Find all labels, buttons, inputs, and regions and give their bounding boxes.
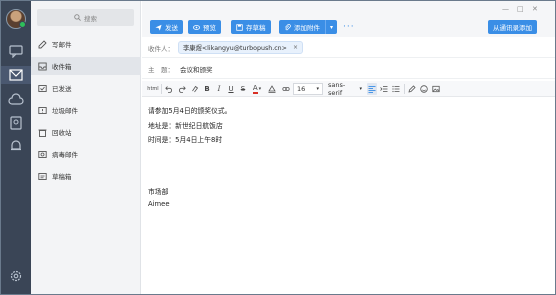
folder-label: 病毒邮件	[52, 151, 78, 159]
folder-sent[interactable]: 已发送	[31, 79, 141, 97]
icon-rail	[1, 1, 31, 294]
font-family-value: sans-serif	[328, 81, 346, 97]
toolbar-divider	[404, 84, 405, 94]
more-options-label: ···	[343, 22, 355, 32]
recipient-text: 李康煜<likangyu@turbopush.cn>	[183, 45, 287, 52]
folder-compose[interactable]: 写邮件	[31, 35, 141, 53]
subject-input[interactable]: 会议和颁奖	[180, 64, 213, 74]
mail-icon[interactable]	[8, 68, 24, 82]
align-left-icon[interactable]	[367, 83, 377, 95]
subject-row: 主 题： 会议和颁奖	[142, 59, 555, 79]
search-placeholder: 搜索	[84, 14, 97, 23]
font-size-select[interactable]: 16 ▾	[293, 83, 323, 95]
send-button[interactable]: 发送	[150, 20, 183, 34]
redo-icon[interactable]	[177, 83, 187, 95]
save-draft-button[interactable]: 存草稿	[231, 20, 271, 34]
contacts-icon[interactable]	[8, 116, 24, 130]
body-line-1: 请参加5月4日的颁奖仪式。	[148, 107, 232, 115]
link-icon[interactable]	[281, 83, 291, 95]
attach-button[interactable]: 添加附件	[279, 20, 325, 34]
draft-icon	[38, 172, 47, 180]
emoji-icon[interactable]	[419, 83, 429, 95]
search-box[interactable]: 搜索	[37, 9, 134, 26]
bold-icon[interactable]: B	[202, 83, 212, 95]
folder-label: 垃圾邮件	[52, 107, 78, 115]
underline-icon[interactable]: U	[226, 83, 236, 95]
send-button-label: 发送	[165, 24, 178, 32]
folder-inbox[interactable]: 收件箱	[31, 57, 141, 75]
compose-toolbar: — □ ✕ 发送 预览 存草稿 添加附件 ▾ ··· 从通讯录添加	[142, 1, 555, 37]
font-family-select[interactable]: sans-serif ▾	[325, 81, 365, 97]
folder-sidebar: 搜索 写邮件 收件箱 已发送 垃圾邮件 回收站 病毒邮件 草稿箱	[31, 1, 141, 294]
highlight-color-icon[interactable]	[266, 83, 278, 95]
save-icon	[236, 23, 243, 31]
compose-icon	[38, 39, 47, 48]
html-source-icon[interactable]: html	[147, 83, 159, 95]
pen-icon[interactable]	[407, 83, 417, 95]
folder-label: 收件箱	[52, 63, 72, 71]
remove-recipient-icon[interactable]: ×	[293, 44, 298, 51]
folder-label: 写邮件	[52, 41, 72, 49]
italic-icon[interactable]: I	[214, 83, 224, 95]
clear-format-icon[interactable]	[190, 83, 200, 95]
font-color-icon[interactable]: A ▾	[251, 83, 263, 95]
add-from-contacts-button[interactable]: 从通讯录添加	[488, 20, 537, 34]
save-draft-button-label: 存草稿	[246, 24, 266, 32]
trash-icon	[38, 129, 47, 137]
cloud-icon[interactable]	[8, 93, 24, 107]
undo-icon[interactable]	[164, 83, 174, 95]
font-size-value: 16	[297, 85, 306, 93]
chat-icon[interactable]	[8, 44, 24, 58]
send-icon	[155, 24, 162, 31]
inbox-icon	[38, 62, 47, 70]
body-line-3: 时间是：5月4日上午8时	[148, 136, 223, 144]
search-icon	[74, 14, 81, 21]
recipient-row: 收件人： 李康煜<likangyu@turbopush.cn> ×	[142, 38, 555, 58]
maximize-icon[interactable]: □	[517, 5, 524, 13]
body-line-5: Aimee	[148, 200, 170, 208]
spam-icon	[38, 106, 47, 114]
add-from-contacts-label: 从通讯录添加	[493, 24, 532, 32]
chevron-down-icon: ▾	[329, 23, 333, 31]
subject-label: 主 题：	[148, 65, 174, 74]
preview-button-label: 预览	[203, 24, 216, 32]
folder-label: 回收站	[52, 129, 72, 137]
folder-label: 草稿箱	[52, 173, 72, 181]
folder-label: 已发送	[52, 85, 72, 93]
close-icon[interactable]: ✕	[532, 5, 538, 13]
format-toolbar: html B I U S A ▾ 16 ▾ sans-serif ▾	[142, 81, 555, 97]
folder-trash[interactable]: 回收站	[31, 123, 141, 141]
sent-icon	[38, 84, 47, 92]
folder-drafts[interactable]: 草稿箱	[31, 167, 141, 185]
toolbar-divider	[161, 84, 162, 94]
chevron-down-icon: ▾	[316, 86, 319, 92]
folder-virus[interactable]: 病毒邮件	[31, 145, 141, 163]
strikethrough-icon[interactable]: S	[238, 83, 248, 95]
chevron-down-icon: ▾	[359, 86, 362, 92]
preview-button[interactable]: 预览	[188, 20, 221, 34]
list-icon[interactable]	[391, 83, 401, 95]
settings-icon[interactable]	[8, 269, 24, 283]
indent-icon[interactable]	[379, 83, 389, 95]
virus-icon	[38, 150, 47, 158]
more-options-button[interactable]: ···	[343, 20, 355, 34]
compose-pane: — □ ✕ 发送 预览 存草稿 添加附件 ▾ ··· 从通讯录添加 收件人： 李…	[142, 1, 555, 294]
to-label: 收件人：	[148, 44, 174, 53]
image-icon[interactable]	[431, 83, 441, 95]
online-status-badge	[19, 21, 26, 28]
minimize-icon[interactable]: —	[502, 5, 509, 13]
paperclip-icon	[285, 23, 291, 30]
recipient-chip[interactable]: 李康煜<likangyu@turbopush.cn> ×	[178, 41, 303, 54]
body-line-4: 市场部	[148, 188, 169, 196]
attach-dropdown-button[interactable]: ▾	[325, 20, 337, 34]
eye-icon	[193, 24, 200, 30]
folder-spam[interactable]: 垃圾邮件	[31, 101, 141, 119]
attach-button-label: 添加附件	[294, 24, 320, 32]
body-line-2: 地址是：新世纪日航饭店	[148, 122, 223, 130]
bell-icon[interactable]	[8, 139, 24, 153]
